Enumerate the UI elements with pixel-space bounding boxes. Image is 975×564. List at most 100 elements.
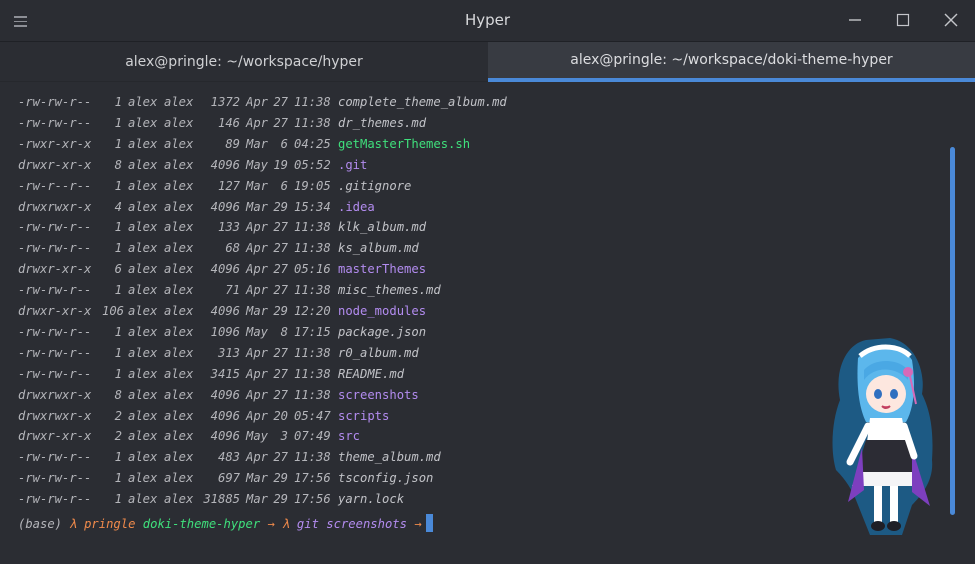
group: alex — [164, 178, 194, 193]
maximize-icon — [896, 13, 910, 27]
group: alex — [164, 157, 194, 172]
modified-time: 05:47 — [294, 408, 331, 423]
owner: alex — [128, 178, 158, 193]
modified-month: Apr — [246, 262, 269, 277]
modified-time: 12:20 — [294, 304, 331, 318]
modified-time: 11:38 — [294, 366, 331, 381]
directory-name: screenshots — [338, 387, 419, 402]
owner: alex — [128, 471, 158, 486]
link-count: 1 — [114, 95, 122, 109]
modified-time: 11:38 — [294, 241, 331, 256]
owner: alex — [128, 199, 158, 214]
owner: alex — [128, 220, 158, 235]
prompt-arrow-2: → — [414, 517, 422, 531]
modified-month: Apr — [246, 408, 269, 423]
modified-time: 07:49 — [294, 429, 331, 444]
group: alex — [164, 220, 194, 235]
group: alex — [164, 136, 194, 151]
listing-row: drwxr-xr-x 6 alex alex 4096 Apr 27 05:16 masterT… — [18, 262, 426, 282]
directory-name: masterThemes — [338, 262, 427, 277]
permissions: drwxrwxr-x — [18, 408, 92, 423]
modified-day: 29 — [273, 199, 288, 214]
file-size: 4096 — [210, 387, 240, 402]
permissions: drwxr-xr-x — [18, 262, 92, 277]
modified-day: 27 — [273, 262, 288, 277]
listing-row: drwxrwxr-x 2 alex alex 4096 Apr 20 05:47 scripts — [18, 409, 389, 429]
modified-month: Mar — [246, 471, 269, 486]
modified-time: 17:15 — [294, 324, 331, 339]
file-size: 4096 — [210, 199, 240, 214]
listing-row: -rw-rw-r-- 1 alex alex 697 Mar 29 17:56 tsconfig… — [18, 471, 433, 491]
maximize-button[interactable] — [893, 10, 913, 30]
modified-day: 27 — [273, 345, 288, 360]
file-size: 4096 — [210, 304, 240, 318]
listing-row: -rwxr-xr-x 1 alex alex 89 Mar 6 04:25 getMasterT… — [18, 137, 470, 157]
prompt-arrow: → — [267, 517, 275, 531]
modified-day: 20 — [273, 408, 288, 423]
modified-time: 17:56 — [294, 471, 331, 486]
modified-month: Apr — [246, 283, 269, 298]
minimize-button[interactable] — [845, 10, 865, 30]
owner: alex — [128, 262, 158, 277]
modified-month: Apr — [246, 241, 269, 256]
owner: alex — [128, 241, 158, 256]
link-count: 2 — [114, 408, 122, 423]
owner: alex — [128, 408, 158, 423]
file-name: README.md — [338, 366, 405, 381]
link-count: 6 — [114, 262, 122, 277]
modified-time: 11:38 — [294, 115, 331, 130]
listing-row: drwxrwxr-x 8 alex alex 4096 Apr 27 11:38 screens… — [18, 388, 419, 408]
file-size: 313 — [217, 345, 240, 360]
scrollbar[interactable] — [950, 147, 955, 515]
listing-row: drwxr-xr-x 2 alex alex 4096 May 3 07:49 src — [18, 429, 360, 449]
file-name: yarn.lock — [338, 492, 405, 507]
tab-doki-theme-hyper[interactable]: alex@pringle: ~/workspace/doki-theme-hyp… — [488, 42, 975, 82]
listing-row: -rw-rw-r-- 1 alex alex 1372 Apr 27 11:38 complet… — [18, 95, 507, 115]
file-name: .gitignore — [338, 178, 412, 193]
modified-day: 3 — [280, 429, 288, 444]
file-name: r0_album.md — [338, 345, 419, 360]
listing-row: drwxr-xr-x 8 alex alex 4096 May 19 05:52 .git — [18, 158, 367, 178]
tab-hyper[interactable]: alex@pringle: ~/workspace/hyper — [0, 42, 488, 82]
directory-name: node_modules — [338, 304, 427, 318]
modified-month: Apr — [246, 345, 269, 360]
permissions: -rw-rw-r-- — [18, 450, 92, 465]
group: alex — [164, 199, 194, 214]
close-button[interactable] — [941, 10, 961, 30]
owner: alex — [128, 283, 158, 298]
owner: alex — [128, 304, 158, 318]
modified-day: 29 — [273, 492, 288, 507]
directory-name: .git — [338, 157, 368, 172]
link-count: 1 — [114, 136, 122, 151]
listing-row: -rw-rw-r-- 1 alex alex 68 Apr 27 11:38 ks_album.… — [18, 241, 419, 261]
directory-name: .idea — [338, 199, 375, 214]
group: alex — [164, 95, 194, 109]
prompt-branch: screenshots — [326, 517, 407, 531]
listing-row: -rw-rw-r-- 1 alex alex 31885 Mar 29 17:56 yarn.l… — [18, 492, 404, 512]
modified-month: May — [246, 157, 269, 172]
permissions: -rw-rw-r-- — [18, 95, 92, 109]
modified-day: 29 — [273, 304, 288, 318]
modified-month: Mar — [246, 492, 269, 507]
permissions: drwxrwxr-x — [18, 199, 92, 214]
file-name: theme_album.md — [338, 450, 441, 465]
modified-month: May — [246, 324, 269, 339]
permissions: -rw-rw-r-- — [18, 492, 92, 507]
file-size: 89 — [225, 136, 240, 151]
link-count: 1 — [114, 492, 122, 507]
listing-row: -rw-rw-r-- 1 alex alex 313 Apr 27 11:38 r0_album… — [18, 346, 419, 366]
file-size: 1096 — [210, 324, 240, 339]
group: alex — [164, 241, 194, 256]
group: alex — [164, 471, 194, 486]
permissions: -rw-rw-r-- — [18, 471, 92, 486]
listing-row: -rw-rw-r-- 1 alex alex 133 Apr 27 11:38 klk_albu… — [18, 220, 426, 240]
permissions: drwxr-xr-x — [18, 429, 92, 444]
listing-row: -rw-rw-r-- 1 alex alex 146 Apr 27 11:38 dr_theme… — [18, 116, 426, 136]
modified-time: 11:38 — [294, 220, 331, 235]
group: alex — [164, 283, 194, 298]
file-size: 697 — [217, 471, 240, 486]
file-size: 146 — [217, 115, 240, 130]
listing-row: -rw-rw-r-- 1 alex alex 1096 May 8 17:15 package.… — [18, 325, 426, 345]
owner: alex — [128, 492, 158, 507]
modified-time: 05:16 — [294, 262, 331, 277]
